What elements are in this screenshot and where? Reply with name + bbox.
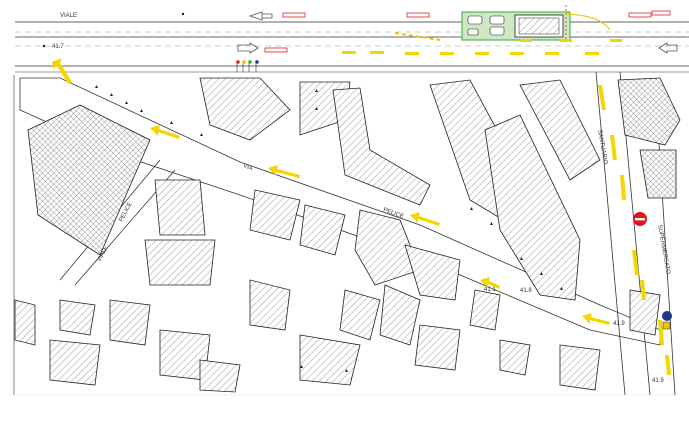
viale-direction-arrows xyxy=(237,11,678,54)
elevation-4: 41.9 xyxy=(652,378,664,384)
label-supermercato: SUPERMERCATO xyxy=(656,224,671,275)
viale-road xyxy=(15,21,689,73)
elevation-2: 41.1 xyxy=(484,287,496,293)
label-viale: VIALE xyxy=(60,13,77,19)
elevation-3: 41.9 xyxy=(613,321,625,327)
buildings xyxy=(14,77,681,393)
site-plan-map: VIALE VIA PELICE PELICE VIALE SANTUARIO … xyxy=(13,5,689,396)
parking-zone xyxy=(461,5,611,41)
elevation-1: 41.7 xyxy=(52,44,64,50)
no-entry-sign xyxy=(633,212,647,226)
elevation-5: 41.8 xyxy=(520,288,532,294)
